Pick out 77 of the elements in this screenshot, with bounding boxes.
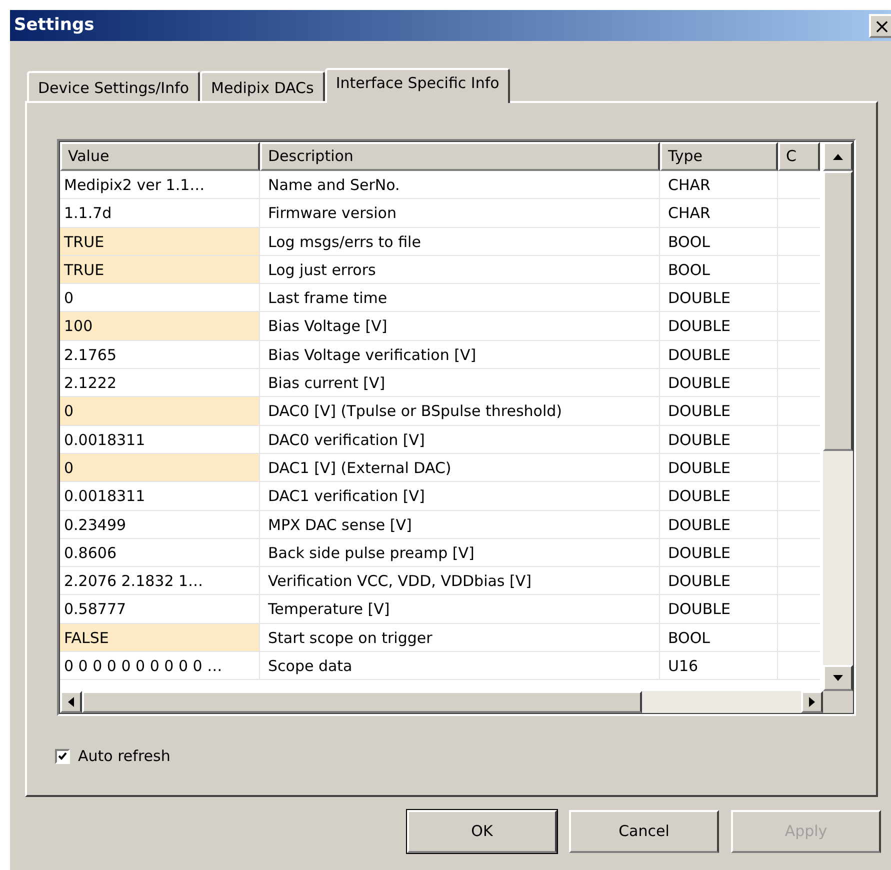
table-cell: 0.23499	[60, 510, 260, 539]
scroll-thumb[interactable]	[82, 691, 642, 713]
table-cell: DAC1 verification [V]	[260, 482, 660, 511]
table-cell: 0.0018311	[60, 426, 260, 454]
table-cell: CHAR	[660, 199, 778, 228]
vertical-scrollbar[interactable]	[823, 142, 853, 713]
table-cell: Medipix2 ver 1.1…	[60, 171, 260, 200]
table-cell: BOOL	[660, 256, 778, 284]
table-cell: DOUBLE	[660, 312, 778, 341]
scroll-thumb[interactable]	[823, 171, 853, 451]
checkbox-label: Auto refresh	[78, 746, 170, 767]
table-cell: Log msgs/errs to file	[260, 228, 660, 256]
table-cell: DOUBLE	[660, 482, 778, 511]
table-cell: Verification VCC, VDD, VDDbias [V]	[260, 567, 660, 596]
table-cell: 0.0018311	[60, 482, 260, 511]
table-cell: CHAR	[660, 171, 778, 200]
close-button[interactable]: ×	[869, 14, 891, 38]
table-cell: 0	[60, 454, 260, 482]
horizontal-scrollbar[interactable]	[60, 691, 823, 713]
table-cell: DAC1 [V] (External DAC)	[260, 454, 660, 482]
column-header[interactable]: Value	[60, 142, 260, 171]
table-cell: 2.1765	[60, 340, 260, 370]
column-header[interactable]: Description	[260, 142, 660, 171]
table-cell: DOUBLE	[660, 284, 778, 312]
column-header[interactable]: Type	[660, 142, 778, 171]
right-arrow-icon	[809, 697, 815, 707]
table-cell: 1.1.7d	[60, 199, 260, 228]
table-cell: Last frame time	[260, 284, 660, 312]
table-cell: 0.8606	[60, 538, 260, 568]
table-cell: DOUBLE	[660, 454, 778, 482]
table-cell: DOUBLE	[660, 340, 778, 370]
tab[interactable]: Medipix DACs	[200, 71, 325, 101]
table-cell: MPX DAC sense [V]	[260, 510, 660, 539]
table-cell: U16	[660, 652, 778, 680]
table-cell: 0.58777	[60, 595, 260, 624]
table-cell: Scope data	[260, 652, 660, 680]
table-cell: BOOL	[660, 228, 778, 256]
table-cell: DAC0 verification [V]	[260, 426, 660, 454]
table-cell: Log just errors	[260, 256, 660, 284]
checkbox[interactable]	[55, 748, 70, 764]
table-cell: DOUBLE	[660, 595, 778, 624]
table-cell: FALSE	[60, 624, 260, 652]
table-cell: 100	[60, 312, 260, 341]
tab[interactable]: Interface Specific Info	[324, 68, 510, 103]
table-cell: Name and SerNo.	[260, 171, 660, 200]
table-cell: 0	[60, 284, 260, 312]
table-cell: DOUBLE	[660, 538, 778, 568]
table-cell: DOUBLE	[660, 397, 778, 426]
dialog-button[interactable]: OK	[407, 810, 557, 853]
table-cell: DOUBLE	[660, 567, 778, 596]
table-cell: DOUBLE	[660, 369, 778, 398]
down-arrow-icon	[833, 675, 843, 681]
table-cell: 2.1222	[60, 369, 260, 398]
table-cell: 0 0 0 0 0 0 0 0 0 0 …	[60, 652, 260, 680]
scrollbar-corner	[823, 691, 853, 713]
table-cell: TRUE	[60, 228, 260, 256]
table-cell: Bias Voltage [V]	[260, 312, 660, 341]
table-cell: Start scope on trigger	[260, 624, 660, 652]
dialog-button[interactable]: Cancel	[569, 810, 719, 853]
table-cell: Bias current [V]	[260, 369, 660, 398]
table-cell: Firmware version	[260, 199, 660, 228]
check-icon	[58, 752, 67, 760]
table-cell: DOUBLE	[660, 426, 778, 454]
left-arrow-icon	[68, 697, 74, 707]
window-title: Settings	[14, 14, 94, 37]
table-cell: 0	[60, 397, 260, 426]
up-arrow-icon	[833, 154, 843, 160]
column-header[interactable]: C	[778, 142, 820, 171]
table-cell: TRUE	[60, 256, 260, 284]
table-cell: Back side pulse preamp [V]	[260, 538, 660, 568]
table-cell: DAC0 [V] (Tpulse or BSpulse threshold)	[260, 397, 660, 426]
table-cell: Bias Voltage verification [V]	[260, 340, 660, 370]
table-cell: BOOL	[660, 624, 778, 652]
table-cell: DOUBLE	[660, 510, 778, 539]
table-cell: Temperature [V]	[260, 595, 660, 624]
table-cell: 2.2076 2.1832 1…	[60, 567, 260, 596]
tab[interactable]: Device Settings/Info	[27, 71, 200, 101]
